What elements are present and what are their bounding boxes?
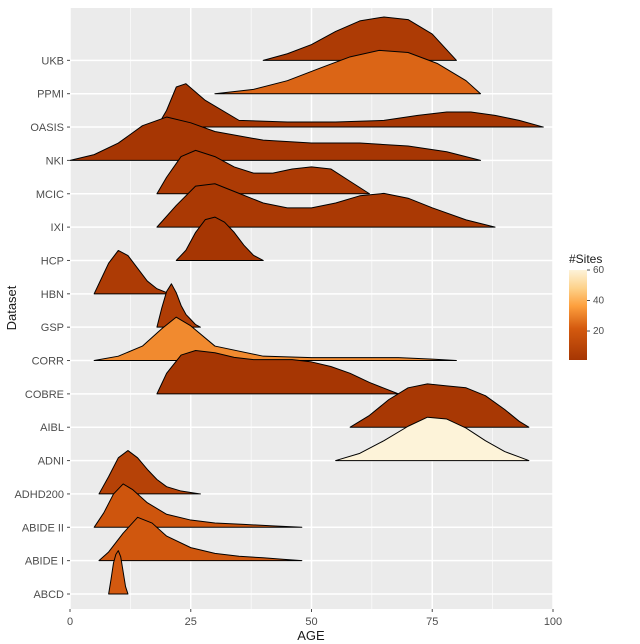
x-tick-label: 100 [544,616,562,628]
y-tick-label: IXI [51,222,64,234]
x-tick-label: 0 [67,616,73,628]
y-tick-label: CORR [32,356,64,368]
y-tick-label: OASIS [30,122,64,134]
y-tick-label: MCIC [36,189,64,201]
y-tick-label: COBRE [25,389,64,401]
y-tick-label: PPMI [37,89,64,101]
y-tick-label: ABCD [33,589,64,601]
x-axis-title: AGE [297,628,325,643]
y-axis: UKB PPMI OASIS NKI MCIC IXI HCP HBN GSP CORR COBRE… [14,55,70,601]
y-tick-label: ABIDE II [22,522,64,534]
legend-title: #Sites [569,252,602,266]
x-axis: 0 25 50 75 100 [67,609,562,628]
y-tick-label: HBN [41,289,64,301]
y-axis-title: Dataset [4,285,19,330]
x-tick-label: 25 [185,616,197,628]
y-tick-label: GSP [41,322,64,334]
y-tick-label: ABIDE I [25,556,64,568]
y-tick-label: HCP [41,255,64,267]
y-tick-label: ADHD200 [14,489,64,501]
ridgeline-chart: UKB PPMI OASIS NKI MCIC IXI HCP HBN GSP CORR COBRE… [0,0,640,644]
color-legend: #Sites 20 40 60 [569,252,605,360]
legend-tick-label: 40 [593,296,605,307]
y-tick-label: ADNI [38,456,64,468]
legend-bar [569,270,587,360]
legend-tick-label: 20 [593,326,605,337]
y-tick-label: UKB [41,55,64,67]
x-tick-label: 75 [426,616,438,628]
x-tick-label: 50 [305,616,317,628]
y-tick-label: AIBL [40,422,64,434]
y-tick-label: NKI [46,155,64,167]
legend-tick-label: 60 [593,265,605,276]
